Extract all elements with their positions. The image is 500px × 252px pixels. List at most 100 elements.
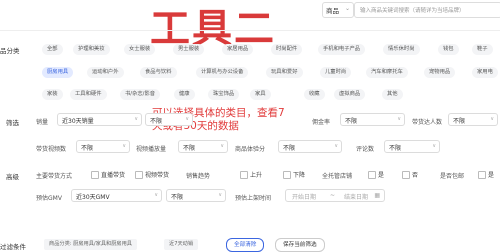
rating-label: 商品体验分 <box>235 146 266 153</box>
commission-label: 佣金率 <box>312 119 331 126</box>
chevron-down-icon: ∨ <box>154 192 158 198</box>
divider <box>0 30 500 31</box>
channel-label: 主要带货方式 <box>36 173 73 180</box>
commission-select[interactable]: 不限 ∨ <box>340 113 405 126</box>
search-input[interactable]: 输入商品关键词搜索（请随详为当培品牌） <box>354 2 500 18</box>
category-tag[interactable]: 女士服装 <box>124 44 156 55</box>
live-checkbox-label: 直播带货 <box>101 172 126 179</box>
video-play-value: 不限 <box>183 145 196 152</box>
category-tag[interactable]: 食品与饮料 <box>140 67 177 78</box>
fba-label: 全托管店铺 <box>322 173 353 180</box>
video-count-select[interactable]: 不限 ∨ <box>76 140 130 153</box>
category-tag[interactable]: 情乐休时尚 <box>383 44 420 55</box>
influencer-select[interactable]: 不限 ∨ <box>448 113 498 126</box>
category-tag[interactable]: 书/杂志/影音 <box>120 89 161 100</box>
fba-yes-label: 是 <box>378 172 385 179</box>
gmv-range-value: 不限 <box>171 194 184 201</box>
category-tag[interactable]: 护理和美妆 <box>73 44 110 55</box>
category-tag[interactable]: 手机和电子产品 <box>318 44 366 55</box>
rating-select[interactable]: 不限 ∨ <box>278 140 342 153</box>
chevron-down-icon: ∨ <box>134 116 138 122</box>
category-tag[interactable]: 计算机与办公设备 <box>196 67 249 78</box>
category-tag[interactable]: 宠物用品 <box>424 67 456 78</box>
influencer-value: 不限 <box>453 118 466 125</box>
category-tag[interactable]: 男士服装 <box>173 44 205 55</box>
category-tag-active[interactable]: 厨房用具 <box>42 67 74 78</box>
category-tag[interactable]: 鞋子 <box>472 44 493 55</box>
category-tag[interactable]: 健康 <box>174 89 195 100</box>
sales-range-select[interactable]: 不限 ∨ <box>145 113 193 126</box>
category-tag[interactable]: 儿童时尚 <box>320 67 352 78</box>
start-date[interactable]: 开始日期 <box>292 192 316 201</box>
free-ship-yes-label: 是 <box>488 172 495 179</box>
date-separator: ~ <box>330 192 336 199</box>
category-tag[interactable]: 汽车和摩托车 <box>366 67 408 78</box>
filter-label: 筛选 <box>6 119 19 127</box>
search-type-select[interactable]: 商品 ⌄ <box>322 2 354 18</box>
review-select[interactable]: 不限 ∨ <box>384 140 440 153</box>
video-checkbox-label: 视频带货 <box>145 172 170 179</box>
category-tag[interactable]: 家居用品 <box>222 44 254 55</box>
chevron-down-icon: ∨ <box>490 116 494 122</box>
chevron-down-icon: ∨ <box>220 143 224 149</box>
chevron-down-icon: ∨ <box>185 116 189 122</box>
category-tag[interactable]: 玩具和爱好 <box>266 67 303 78</box>
category-label: 品分类 <box>0 47 20 55</box>
category-tag[interactable]: 家具 <box>250 89 271 100</box>
category-tag[interactable]: 其他 <box>382 89 403 100</box>
chevron-down-icon: ∨ <box>432 143 436 149</box>
chevron-down-icon: ∨ <box>397 116 401 122</box>
gmv-range-select[interactable]: 不限 ∨ <box>166 189 226 202</box>
checkbox-box <box>368 171 376 179</box>
category-tag[interactable]: 家装 <box>42 89 63 100</box>
up-checkbox-label: 上升 <box>250 172 263 179</box>
checkbox-box <box>91 171 99 179</box>
search-placeholder: 输入商品关键词搜索（请随详为当培品牌） <box>360 8 465 14</box>
checkbox-box <box>478 171 486 179</box>
checkbox-box <box>135 171 143 179</box>
category-tag[interactable]: 时尚配件 <box>271 44 303 55</box>
rating-value: 不限 <box>283 145 296 152</box>
review-value: 不限 <box>389 145 402 152</box>
chevron-down-icon: ∨ <box>334 143 338 149</box>
end-date[interactable]: 结束日期 <box>344 192 368 201</box>
chevron-down-icon: ∨ <box>218 192 222 198</box>
sales-period-value: 近30天销量 <box>62 118 94 125</box>
video-count-label: 带货视频数 <box>36 146 67 153</box>
category-tag[interactable]: 钱包 <box>438 44 459 55</box>
chevron-down-icon: ⌄ <box>344 5 350 12</box>
down-checkbox-label: 下降 <box>293 172 306 179</box>
category-tag[interactable]: 全部 <box>42 44 63 55</box>
commission-value: 不限 <box>345 118 358 125</box>
influencer-label: 带货达人数 <box>412 119 443 126</box>
free-ship-label: 是否包邮 <box>440 173 465 180</box>
gmv-label: 预估GMV <box>36 195 62 202</box>
overlay-title: 工具二 <box>150 6 276 52</box>
fba-no-label: 否 <box>412 172 419 179</box>
video-play-select[interactable]: 不限 ∨ <box>178 140 228 153</box>
video-count-value: 不限 <box>81 145 94 152</box>
checkbox-box <box>240 171 248 179</box>
category-tag[interactable]: 虚拟商品 <box>334 89 366 100</box>
category-tag[interactable]: 家用电 <box>472 67 498 78</box>
checkbox-box <box>283 171 291 179</box>
trend-label: 销售趋势 <box>186 173 211 180</box>
video-play-label: 视频播放量 <box>136 146 167 153</box>
category-tag[interactable]: 工具和硬件 <box>70 89 107 100</box>
sales-period-select[interactable]: 近30天销量 ∨ <box>57 113 142 126</box>
category-tag[interactable]: 收藏 <box>304 89 325 100</box>
listing-time-label: 预估上架时间 <box>235 195 272 202</box>
search-type-label: 商品 <box>326 7 339 15</box>
review-label: 评论数 <box>356 146 375 153</box>
calendar-icon: ▦ <box>374 192 380 199</box>
condition-tag-sales[interactable]: 近7天动销 <box>164 239 199 250</box>
condition-tag-category[interactable]: 商品分类: 厨房用具/家具和厨房用具 <box>44 239 137 250</box>
gmv-period-select[interactable]: 近30天GMV ∨ <box>71 189 162 202</box>
advanced-label: 高级 <box>6 173 19 181</box>
category-tag[interactable]: 珠宝饰品 <box>208 89 240 100</box>
sales-label: 销量 <box>36 119 49 126</box>
date-range-picker[interactable]: 开始日期 ~ 结束日期 ▦ <box>285 189 385 202</box>
gmv-period-value: 近30天GMV <box>76 194 110 201</box>
sales-range-value: 不限 <box>150 118 163 125</box>
category-tag[interactable]: 运动和户外 <box>87 67 124 78</box>
